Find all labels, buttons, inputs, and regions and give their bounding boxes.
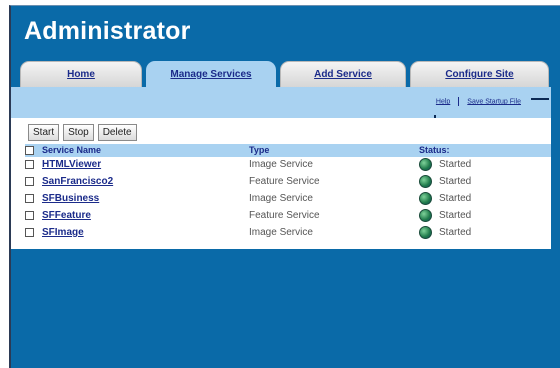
service-status: Started [439, 176, 472, 187]
service-name-link[interactable]: SFImage [42, 227, 84, 238]
table-header: Service Name Type Status: [25, 144, 551, 157]
service-status: Started [439, 210, 472, 221]
service-type: Feature Service [249, 210, 320, 221]
service-type: Feature Service [249, 176, 320, 187]
row-checkbox[interactable] [25, 228, 34, 237]
tab-add-service[interactable]: Add Service [280, 61, 406, 87]
tab-configure-site[interactable]: Configure Site [410, 61, 549, 87]
row-checkbox[interactable] [25, 211, 34, 220]
globe-icon [419, 192, 432, 205]
tab-home[interactable]: Home [20, 61, 142, 87]
table-row: HTMLViewer Image Service Started [25, 157, 551, 174]
row-checkbox[interactable] [25, 177, 34, 186]
table-row: SanFrancisco2 Feature Service Started [25, 174, 551, 191]
services-panel: Start Stop Delete Service Name Type Status… [11, 118, 551, 249]
help-link[interactable]: Help [436, 98, 450, 105]
service-name-link[interactable]: HTMLViewer [42, 159, 101, 170]
stop-button[interactable]: Stop [63, 124, 94, 141]
save-startup-file-link[interactable]: Save Startup File [467, 98, 521, 105]
globe-icon [419, 158, 432, 171]
tab-manage-services[interactable]: Manage Services [146, 61, 276, 88]
service-name-link[interactable]: SFBusiness [42, 193, 99, 204]
row-checkbox[interactable] [25, 160, 34, 169]
tab-configure-site-label: Configure Site [445, 69, 514, 80]
service-status: Started [439, 159, 472, 170]
callout-line-save [531, 98, 549, 100]
header-status: Status: [419, 145, 450, 155]
service-type: Image Service [249, 227, 313, 238]
service-name-link[interactable]: SanFrancisco2 [42, 176, 113, 187]
globe-icon [419, 175, 432, 188]
service-toolbar: Start Stop Delete [28, 122, 141, 141]
table-row: SFFeature Feature Service Started [25, 208, 551, 225]
service-status: Started [439, 227, 472, 238]
row-checkbox[interactable] [25, 194, 34, 203]
sub-links: Help Save Startup File [436, 97, 521, 106]
globe-icon [419, 226, 432, 239]
page-title: Administrator [24, 17, 191, 45]
link-separator [458, 97, 460, 106]
empty-content-area [11, 249, 551, 363]
table-row: SFBusiness Image Service Started [25, 191, 551, 208]
header-type: Type [249, 145, 270, 155]
header-service-name: Service Name [42, 145, 102, 155]
service-type: Image Service [249, 159, 313, 170]
tab-add-service-label: Add Service [314, 69, 372, 80]
table-row: SFImage Image Service Started [25, 225, 551, 242]
start-button[interactable]: Start [28, 124, 60, 141]
delete-button[interactable]: Delete [97, 124, 137, 141]
sub-navigation-bar: Help Save Startup File [11, 87, 551, 118]
service-status: Started [439, 193, 472, 204]
globe-icon [419, 209, 432, 222]
tab-manage-services-label: Manage Services [170, 69, 252, 80]
select-all-checkbox[interactable] [25, 146, 34, 155]
service-type: Image Service [249, 193, 313, 204]
tab-home-label: Home [67, 69, 95, 80]
services-table: Service Name Type Status: HTMLViewer Ima… [25, 144, 551, 242]
tab-bar: Home Manage Services Add Service Configu… [20, 61, 551, 88]
service-name-link[interactable]: SFFeature [42, 210, 91, 221]
